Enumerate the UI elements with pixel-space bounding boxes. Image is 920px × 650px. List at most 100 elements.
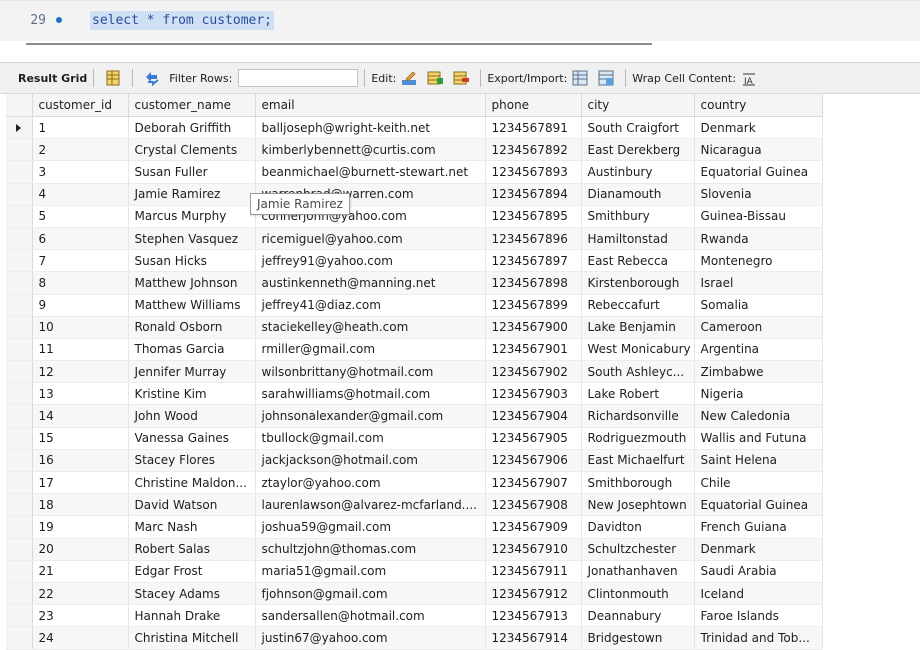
cell-city[interactable]: East Derekberg — [581, 138, 695, 162]
cell-customer-id[interactable]: 4 — [32, 183, 129, 206]
cell-customer-id[interactable]: 6 — [32, 227, 129, 251]
row-indicator[interactable] — [6, 205, 33, 228]
cell-customer-name[interactable]: Jamie Ramirez — [128, 183, 256, 206]
row-indicator[interactable] — [6, 471, 33, 495]
cell-customer-id[interactable]: 24 — [32, 626, 129, 650]
cell-city[interactable]: Kirstenborough — [581, 271, 695, 295]
table-row[interactable]: 10 Ronald Osborn staciekelley@heath.com 123… — [6, 316, 823, 339]
cell-country[interactable]: French Guiana — [694, 515, 823, 539]
table-row[interactable]: 16 Stacey Flores jackjackson@hotmail.com 12… — [6, 449, 823, 473]
column-header-customer-id[interactable]: customer_id — [32, 94, 129, 117]
cell-customer-name[interactable]: Marc Nash — [128, 515, 256, 539]
cell-email[interactable]: beanmichael@burnett-stewart.net — [255, 160, 486, 184]
cell-customer-id[interactable]: 1 — [32, 116, 129, 140]
cell-customer-name[interactable]: Susan Hicks — [128, 249, 256, 273]
cell-phone[interactable]: 1234567901 — [485, 338, 582, 362]
cell-customer-name[interactable]: Hannah Drake — [128, 604, 256, 628]
table-row[interactable]: 15 Vanessa Gaines tbullock@gmail.com 123456… — [6, 427, 823, 450]
cell-country[interactable]: Denmark — [694, 538, 823, 561]
cell-phone[interactable]: 1234567894 — [485, 183, 582, 206]
import-icon[interactable] — [597, 69, 615, 87]
cell-customer-id[interactable]: 15 — [32, 427, 129, 450]
cell-email[interactable]: sandersallen@hotmail.com — [255, 604, 486, 628]
cell-customer-id[interactable]: 10 — [32, 316, 129, 339]
cell-email[interactable]: wilsonbrittany@hotmail.com — [255, 360, 486, 384]
cell-customer-name[interactable]: Christine Maldon... — [128, 471, 256, 495]
cell-email[interactable]: ricemiguel@yahoo.com — [255, 227, 486, 251]
filter-rows-input[interactable] — [238, 69, 359, 87]
row-indicator[interactable] — [6, 604, 33, 628]
cell-country[interactable]: Israel — [694, 271, 823, 295]
cell-city[interactable]: New Josephtown — [581, 493, 695, 517]
cell-email[interactable]: justin67@yahoo.com — [255, 626, 486, 650]
cell-phone[interactable]: 1234567904 — [485, 404, 582, 428]
cell-country[interactable]: Saint Helena — [694, 449, 823, 473]
row-indicator[interactable] — [6, 227, 33, 251]
cell-customer-name[interactable]: Stephen Vasquez — [128, 227, 256, 251]
table-row[interactable]: 17 Christine Maldon... ztaylor@yahoo.com 12… — [6, 471, 823, 495]
cell-email[interactable]: sarahwilliams@hotmail.com — [255, 382, 486, 406]
table-row[interactable]: 24 Christina Mitchell justin67@yahoo.com 12… — [6, 626, 823, 650]
table-row[interactable]: 22 Stacey Adams fjohnson@gmail.com 12345679… — [6, 582, 823, 606]
row-indicator[interactable] — [6, 183, 33, 206]
cell-city[interactable]: South Craigfort — [581, 116, 695, 140]
cell-customer-name[interactable]: Edgar Frost — [128, 560, 256, 583]
editor-line[interactable]: 29 select * from customer; — [0, 8, 275, 32]
cell-customer-name[interactable]: Marcus Murphy — [128, 205, 256, 228]
cell-country[interactable]: Nigeria — [694, 382, 823, 406]
cell-country[interactable]: Cameroon — [694, 316, 823, 339]
cell-email[interactable]: balljoseph@wright-keith.net — [255, 116, 486, 140]
cell-phone[interactable]: 1234567893 — [485, 160, 582, 184]
cell-country[interactable]: Wallis and Futuna — [694, 427, 823, 450]
cell-city[interactable]: South Ashleyc... — [581, 360, 695, 384]
row-indicator[interactable] — [6, 582, 33, 606]
cell-city[interactable]: Rodriguezmouth — [581, 427, 695, 450]
cell-email[interactable]: jeffrey41@diaz.com — [255, 294, 486, 317]
row-indicator[interactable] — [6, 560, 33, 583]
table-row[interactable]: 6 Stephen Vasquez ricemiguel@yahoo.com 1234… — [6, 227, 823, 251]
cell-email[interactable]: joshua59@gmail.com — [255, 515, 486, 539]
cell-customer-id[interactable]: 21 — [32, 560, 129, 583]
cell-country[interactable]: Montenegro — [694, 249, 823, 273]
cell-country[interactable]: Faroe Islands — [694, 604, 823, 628]
table-row[interactable]: 1 Deborah Griffith balljoseph@wright-keith… — [6, 116, 823, 140]
cell-customer-id[interactable]: 18 — [32, 493, 129, 517]
result-grid[interactable]: customer_id customer_name email phone city co… — [6, 94, 826, 650]
cell-customer-id[interactable]: 20 — [32, 538, 129, 561]
cell-customer-name[interactable]: Robert Salas — [128, 538, 256, 561]
cell-email[interactable]: kimberlybennett@curtis.com — [255, 138, 486, 162]
cell-country[interactable]: Equatorial Guinea — [694, 493, 823, 517]
cell-city[interactable]: Dianamouth — [581, 183, 695, 206]
table-row[interactable]: 2 Crystal Clements kimberlybennett@curtis.… — [6, 138, 823, 162]
cell-customer-name[interactable]: Susan Fuller — [128, 160, 256, 184]
table-row[interactable]: 5 Marcus Murphy connerjohn@yahoo.com 123456… — [6, 205, 823, 228]
table-row[interactable]: 8 Matthew Johnson austinkenneth@manning.ne… — [6, 271, 823, 295]
cell-email[interactable]: jeffrey91@yahoo.com — [255, 249, 486, 273]
cell-country[interactable]: Somalia — [694, 294, 823, 317]
cell-city[interactable]: Jonathanhaven — [581, 560, 695, 583]
row-indicator[interactable] — [6, 249, 33, 273]
cell-country[interactable]: Trinidad and Tob... — [694, 626, 823, 650]
cell-customer-id[interactable]: 12 — [32, 360, 129, 384]
column-header-email[interactable]: email — [255, 94, 486, 117]
row-indicator[interactable] — [6, 427, 33, 450]
cell-city[interactable]: East Rebecca — [581, 249, 695, 273]
sql-statement[interactable]: select * from customer; — [90, 10, 275, 30]
cell-customer-name[interactable]: John Wood — [128, 404, 256, 428]
cell-country[interactable]: Zimbabwe — [694, 360, 823, 384]
cell-customer-name[interactable]: Ronald Osborn — [128, 316, 256, 339]
wrap-text-icon[interactable]: IA — [740, 69, 758, 87]
row-indicator[interactable] — [6, 160, 33, 184]
cell-email[interactable]: austinkenneth@manning.net — [255, 271, 486, 295]
cell-country[interactable]: Guinea-Bissau — [694, 205, 823, 228]
cell-city[interactable]: Bridgestown — [581, 626, 695, 650]
grid-view-icon[interactable] — [104, 69, 122, 87]
row-indicator[interactable] — [6, 515, 33, 539]
cell-customer-id[interactable]: 23 — [32, 604, 129, 628]
cell-phone[interactable]: 1234567899 — [485, 294, 582, 317]
cell-phone[interactable]: 1234567906 — [485, 449, 582, 473]
cell-customer-id[interactable]: 11 — [32, 338, 129, 362]
cell-phone[interactable]: 1234567891 — [485, 116, 582, 140]
cell-city[interactable]: Smithborough — [581, 471, 695, 495]
export-icon[interactable] — [571, 69, 589, 87]
